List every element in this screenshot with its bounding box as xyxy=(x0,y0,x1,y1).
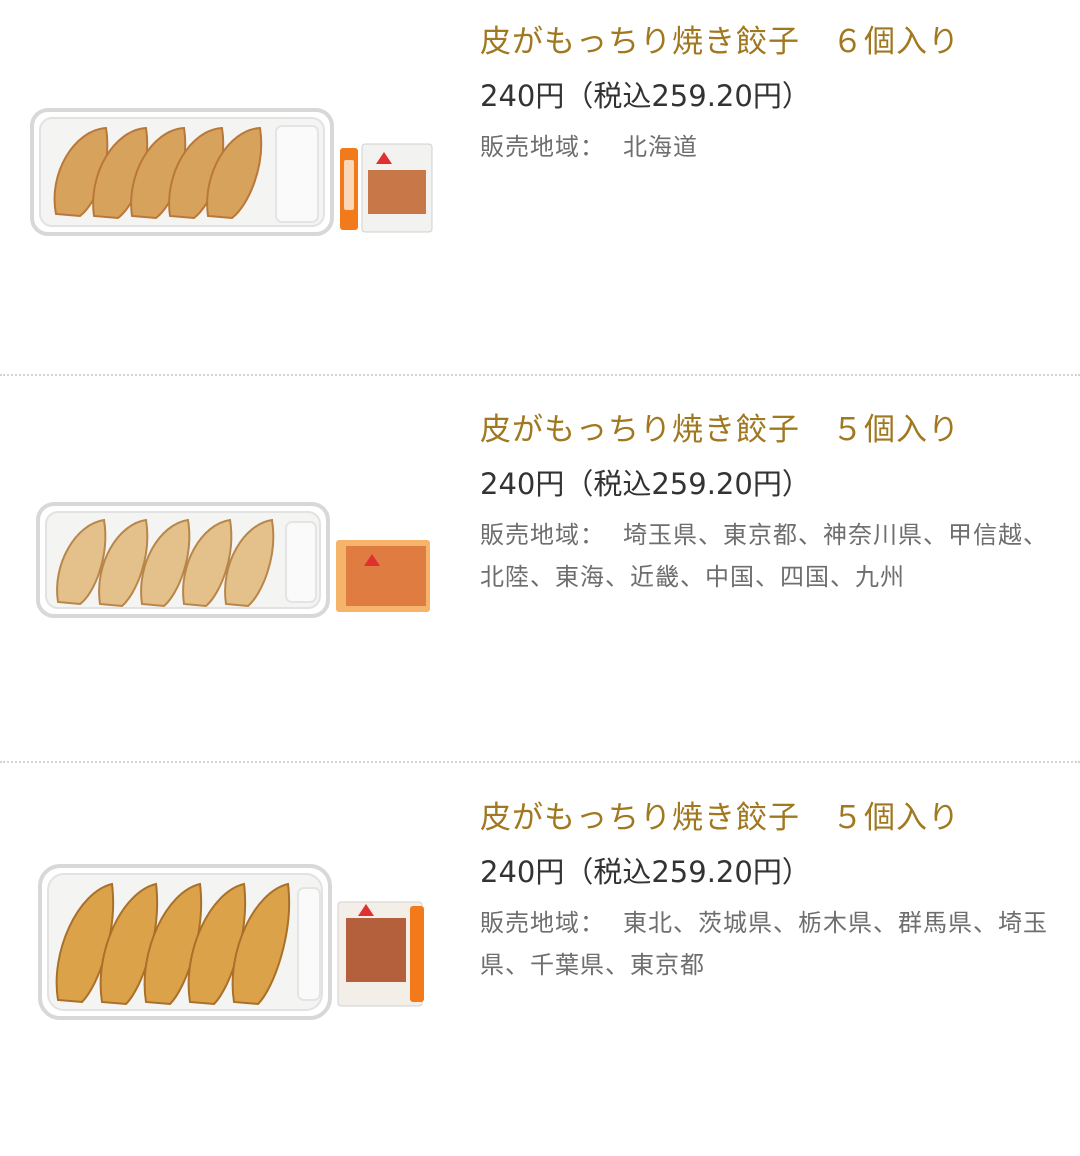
sales-region: 販売地域： 北海道 xyxy=(480,126,1070,168)
gyoza-5-pack-photo[interactable] xyxy=(28,862,440,1022)
product-price: 240円（税込259.20円） xyxy=(480,79,811,113)
product-price: 240円（税込259.20円） xyxy=(480,467,811,501)
product-item[interactable]: 皮がもっちり焼き餃子 ５個入り 240円（税込259.20円） 販売地域： 埼玉県… xyxy=(0,388,1080,768)
sales-region: 販売地域： 東北、茨城県、栃木県、群馬県、埼玉県、千葉県、東京都 xyxy=(480,902,1070,986)
gyoza-6-pack-photo[interactable] xyxy=(28,104,440,254)
product-price: 240円（税込259.20円） xyxy=(480,855,811,889)
product-item[interactable]: 皮がもっちり焼き餃子 ６個入り 240円（税込259.20円） 販売地域： 北海道 xyxy=(0,0,1080,380)
product-name[interactable]: 皮がもっちり焼き餃子 ５個入り xyxy=(480,408,1070,452)
sales-region: 販売地域： 埼玉県、東京都、神奈川県、甲信越、北陸、東海、近畿、中国、四国、九州 xyxy=(480,514,1070,598)
product-name[interactable]: 皮がもっちり焼き餃子 ５個入り xyxy=(480,796,1070,840)
divider xyxy=(0,374,1080,376)
gyoza-5-pack-photo[interactable] xyxy=(28,500,440,650)
product-name[interactable]: 皮がもっちり焼き餃子 ６個入り xyxy=(480,20,1070,64)
sales-region-value: 北海道 xyxy=(623,133,698,161)
sales-region-label: 販売地域： xyxy=(480,909,605,937)
divider xyxy=(0,761,1080,763)
sales-region-label: 販売地域： xyxy=(480,521,605,549)
sales-region-label: 販売地域： xyxy=(480,133,605,161)
product-item[interactable]: 皮がもっちり焼き餃子 ５個入り 240円（税込259.20円） 販売地域： 東北、… xyxy=(0,776,1080,1156)
